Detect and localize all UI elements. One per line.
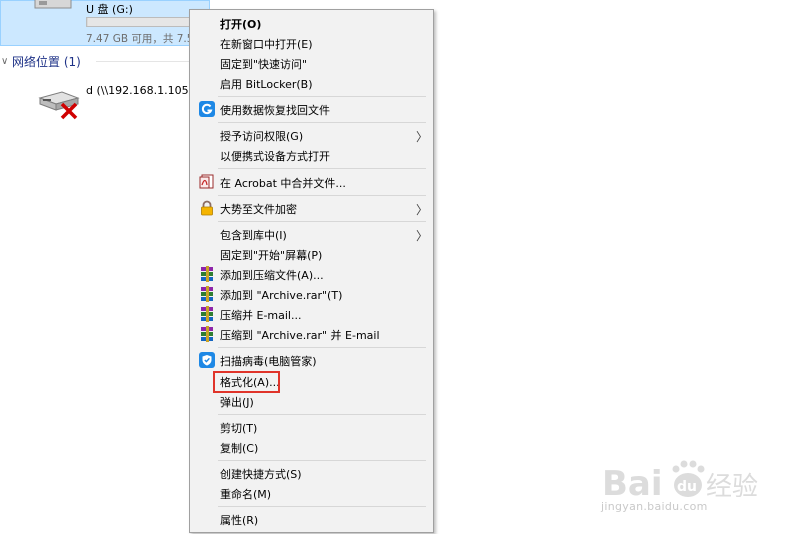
menu-item-open[interactable]: 打开(O) bbox=[190, 13, 433, 33]
menu-separator bbox=[218, 347, 426, 348]
menu-item-label: 在新窗口中打开(E) bbox=[220, 38, 313, 51]
menu-item-virus-scan[interactable]: 扫描病毒(电脑管家) bbox=[190, 350, 433, 370]
drive-usage-fill bbox=[87, 18, 89, 26]
shield-icon bbox=[199, 352, 215, 368]
menu-separator bbox=[218, 221, 426, 222]
network-location-group[interactable]: ∨ 网络位置 (1) bbox=[0, 52, 81, 70]
menu-item-label: 添加到 "Archive.rar"(T) bbox=[220, 289, 343, 302]
menu-item-label: 复制(C) bbox=[220, 442, 259, 455]
menu-separator bbox=[218, 122, 426, 123]
menu-item-label: 创建快捷方式(S) bbox=[220, 468, 302, 481]
svg-text:经验: 经验 bbox=[706, 472, 758, 502]
menu-item-grant-access[interactable]: 授予访问权限(G) 〉 bbox=[190, 125, 433, 145]
menu-item-label: 包含到库中(I) bbox=[220, 229, 287, 242]
menu-item-bitlocker[interactable]: 启用 BitLocker(B) bbox=[190, 73, 433, 93]
menu-item-label: 启用 BitLocker(B) bbox=[220, 78, 313, 91]
svg-text:du: du bbox=[677, 479, 697, 495]
menu-item-open-new-window[interactable]: 在新窗口中打开(E) bbox=[190, 33, 433, 53]
format-highlight-box bbox=[213, 371, 280, 393]
menu-separator bbox=[218, 506, 426, 507]
data-recovery-icon bbox=[199, 101, 215, 117]
menu-item-label: 扫描病毒(电脑管家) bbox=[220, 355, 317, 368]
svg-text:Bai: Bai bbox=[602, 464, 663, 504]
drive-free-space: 7.47 GB 可用，共 7.5 bbox=[86, 33, 194, 45]
winrar-icon bbox=[201, 306, 213, 322]
context-menu: 打开(O) 在新窗口中打开(E) 固定到"快速访问" 启用 BitLocker(… bbox=[189, 9, 434, 533]
menu-item-add-to-archive-rar[interactable]: 添加到 "Archive.rar"(T) bbox=[190, 284, 433, 304]
chevron-down-icon[interactable]: ∨ bbox=[1, 56, 11, 67]
menu-item-compress-rar-email[interactable]: 压缩到 "Archive.rar" 并 E-mail bbox=[190, 324, 433, 344]
menu-item-label: 授予访问权限(G) bbox=[220, 130, 304, 143]
menu-item-label: 属性(R) bbox=[220, 514, 259, 527]
usb-drive-icon bbox=[34, 0, 72, 9]
winrar-icon bbox=[201, 266, 213, 282]
menu-item-create-shortcut[interactable]: 创建快捷方式(S) bbox=[190, 463, 433, 483]
usb-drive-tile[interactable]: U 盘 (G:) 7.47 GB 可用，共 7.5 bbox=[0, 0, 210, 46]
disconnected-network-drive-icon[interactable] bbox=[38, 88, 84, 120]
menu-item-pin-quick-access[interactable]: 固定到"快速访问" bbox=[190, 53, 433, 73]
menu-item-label: 使用数据恢复找回文件 bbox=[220, 104, 330, 117]
menu-item-label: 压缩到 "Archive.rar" 并 E-mail bbox=[220, 329, 380, 342]
submenu-arrow-icon: 〉 bbox=[416, 130, 429, 144]
menu-item-pin-start[interactable]: 固定到"开始"屏幕(P) bbox=[190, 244, 433, 264]
lock-icon bbox=[201, 200, 213, 216]
menu-item-label: 弹出(J) bbox=[220, 396, 254, 409]
menu-item-label: 压缩并 E-mail... bbox=[220, 309, 302, 322]
menu-item-label: 固定到"快速访问" bbox=[220, 58, 308, 71]
menu-separator bbox=[218, 460, 426, 461]
menu-item-compress-email[interactable]: 压缩并 E-mail... bbox=[190, 304, 433, 324]
menu-item-eject[interactable]: 弹出(J) bbox=[190, 391, 433, 411]
menu-item-label: 大势至文件加密 bbox=[220, 203, 297, 216]
menu-separator bbox=[218, 96, 426, 97]
menu-item-label: 固定到"开始"屏幕(P) bbox=[220, 249, 323, 262]
menu-item-add-to-archive[interactable]: 添加到压缩文件(A)... bbox=[190, 264, 433, 284]
menu-item-acrobat-combine[interactable]: 在 Acrobat 中合并文件... bbox=[190, 172, 433, 192]
menu-item-label: 在 Acrobat 中合并文件... bbox=[220, 177, 346, 190]
menu-item-include-in-library[interactable]: 包含到库中(I) 〉 bbox=[190, 224, 433, 244]
menu-item-copy[interactable]: 复制(C) bbox=[190, 437, 433, 457]
menu-item-label: 剪切(T) bbox=[220, 422, 258, 435]
submenu-arrow-icon: 〉 bbox=[416, 203, 429, 217]
winrar-icon bbox=[201, 286, 213, 302]
group-title: 网络位置 (1) bbox=[12, 54, 81, 69]
menu-item-rename[interactable]: 重命名(M) bbox=[190, 483, 433, 503]
menu-item-file-encrypt[interactable]: 大势至文件加密 〉 bbox=[190, 198, 433, 218]
acrobat-icon bbox=[199, 174, 214, 189]
menu-item-properties[interactable]: 属性(R) bbox=[190, 509, 433, 529]
menu-item-data-recovery[interactable]: 使用数据恢复找回文件 bbox=[190, 99, 433, 119]
menu-item-cut[interactable]: 剪切(T) bbox=[190, 417, 433, 437]
menu-separator bbox=[218, 168, 426, 169]
drive-usage-bar bbox=[86, 17, 204, 27]
group-divider bbox=[96, 61, 196, 62]
watermark-url: jingyan.baidu.com bbox=[601, 500, 708, 513]
menu-item-label: 打开(O) bbox=[220, 18, 262, 31]
menu-item-label: 重命名(M) bbox=[220, 488, 272, 501]
menu-item-label: 添加到压缩文件(A)... bbox=[220, 269, 324, 282]
submenu-arrow-icon: 〉 bbox=[416, 229, 429, 243]
menu-item-portable-device[interactable]: 以便携式设备方式打开 bbox=[190, 145, 433, 165]
drive-name: U 盘 (G:) bbox=[86, 3, 133, 16]
menu-separator bbox=[218, 195, 426, 196]
menu-separator bbox=[218, 414, 426, 415]
menu-item-label: 以便携式设备方式打开 bbox=[220, 150, 330, 163]
winrar-icon bbox=[201, 326, 213, 342]
